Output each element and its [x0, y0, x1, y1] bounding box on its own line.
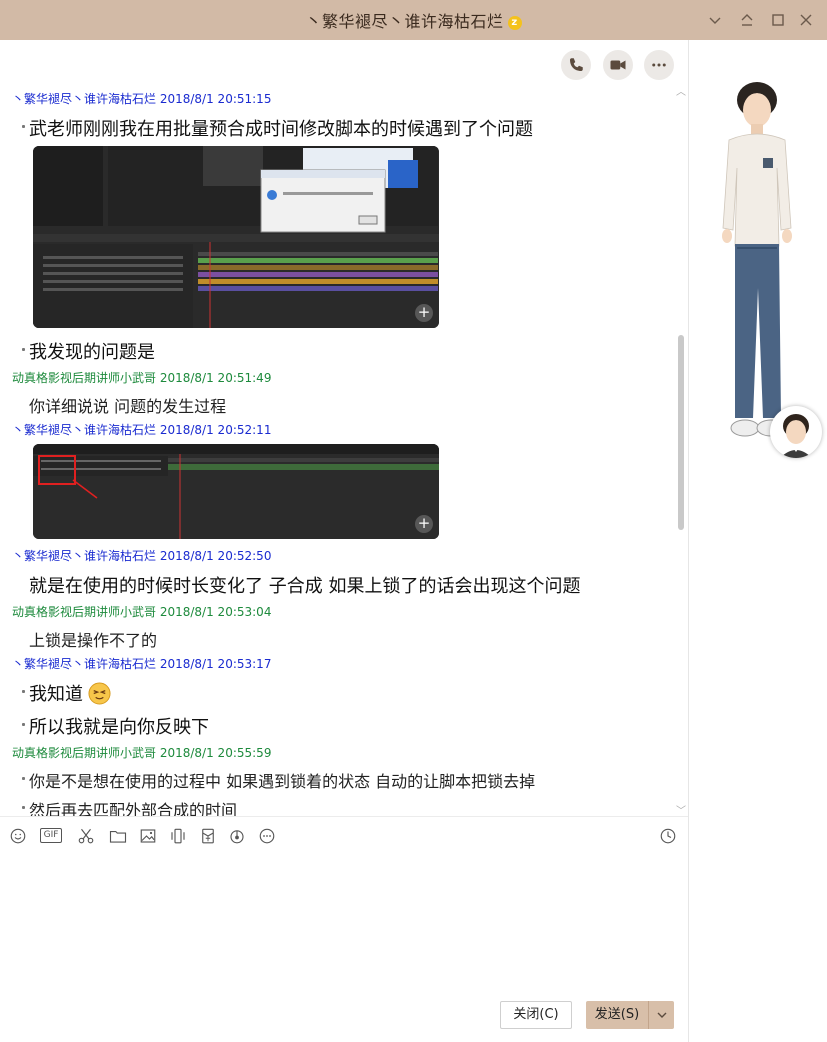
screenshot-image[interactable]: +: [33, 444, 439, 539]
video-icon[interactable]: [603, 50, 633, 80]
scissors-icon[interactable]: [77, 827, 95, 845]
message-text[interactable]: 武老师刚刚我在用批量预合成时间修改脚本的时候遇到了个问题: [29, 115, 533, 141]
expand-icon[interactable]: +: [415, 304, 433, 322]
avatar[interactable]: [770, 406, 822, 458]
pin-icon[interactable]: [735, 8, 759, 32]
folder-icon[interactable]: [109, 827, 127, 845]
scrollbar-thumb[interactable]: [678, 335, 684, 530]
scroll-up-icon[interactable]: ︿: [676, 83, 686, 98]
chevron-down-icon[interactable]: [703, 8, 727, 32]
image-icon[interactable]: [139, 827, 157, 845]
sender-name: 动真格影视后期讲师小武哥: [12, 371, 157, 385]
message-text[interactable]: 你是不是想在使用的过程中 如果遇到锁着的状态 自动的让脚本把锁去掉: [29, 768, 535, 792]
phone-icon[interactable]: [561, 50, 591, 80]
bullet: [22, 125, 25, 128]
red-packet-icon[interactable]: [199, 827, 217, 845]
scroll-down-icon[interactable]: ﹀: [676, 802, 686, 817]
more-icon[interactable]: [258, 827, 276, 845]
gif-label: GIF: [40, 828, 62, 843]
contact-panel: [688, 40, 827, 1042]
history-icon[interactable]: [659, 827, 677, 845]
contact-name: 丶繁华褪尽丶谁许海枯石烂: [305, 12, 504, 31]
more-icon[interactable]: [644, 50, 674, 80]
message-text[interactable]: 我发现的问题是: [29, 338, 155, 364]
timestamp: 2018/8/1 20:55:59: [159, 746, 272, 760]
sender-name: 动真格影视后期讲师小武哥: [12, 605, 157, 619]
timestamp: 2018/8/1 20:53:04: [159, 605, 272, 619]
send-button[interactable]: 发送(S): [586, 1001, 648, 1029]
title-bar[interactable]: 丶繁华褪尽丶谁许海枯石烂 z: [0, 0, 827, 40]
music-icon[interactable]: [228, 827, 246, 845]
sender-name: 丶繁华褪尽丶谁许海枯石烂: [12, 92, 157, 106]
sender-name: 丶繁华褪尽丶谁许海枯石烂: [12, 549, 157, 563]
screenshot-image[interactable]: +: [33, 146, 439, 328]
sender-name: 动真格影视后期讲师小武哥: [12, 746, 157, 760]
emoji-icon[interactable]: [9, 827, 27, 845]
avatar-figure: [722, 82, 792, 437]
input-toolbar: GIF: [0, 816, 688, 854]
message-text[interactable]: 然后再去匹配外部合成的时间: [29, 797, 237, 816]
close-button[interactable]: 关闭(C): [500, 1001, 572, 1029]
message-input[interactable]: [0, 854, 688, 994]
timestamp: 2018/8/1 20:51:15: [159, 92, 272, 106]
timestamp: 2018/8/1 20:52:11: [159, 423, 272, 437]
expand-icon[interactable]: +: [415, 515, 433, 533]
message-text[interactable]: 你详细说说 问题的发生过程: [29, 393, 226, 417]
message-header: 动真格影视后期讲师小武哥 2018/8/1 20:53:04: [12, 603, 271, 620]
bullet: [22, 348, 25, 351]
message-text[interactable]: 上锁是操作不了的: [29, 627, 157, 651]
send-options-button[interactable]: [648, 1001, 674, 1029]
message-header: 丶繁华褪尽丶谁许海枯石烂 2018/8/1 20:53:17: [12, 655, 271, 672]
sender-name: 丶繁华褪尽丶谁许海枯石烂: [12, 657, 157, 671]
vip-badge: z: [507, 16, 522, 30]
bullet: [22, 723, 25, 726]
message-header: 动真格影视后期讲师小武哥 2018/8/1 20:51:49: [12, 369, 271, 386]
timestamp: 2018/8/1 20:51:49: [159, 371, 272, 385]
message-text[interactable]: 我知道: [29, 680, 83, 706]
timestamp: 2018/8/1 20:52:50: [159, 549, 272, 563]
message-header: 丶繁华褪尽丶谁许海枯石烂 2018/8/1 20:51:15: [12, 90, 271, 107]
maximize-icon[interactable]: [766, 8, 790, 32]
sender-name: 丶繁华褪尽丶谁许海枯石烂: [12, 423, 157, 437]
bullet: [22, 806, 25, 809]
bullet: [22, 777, 25, 780]
bullet: [22, 690, 25, 693]
message-header: 丶繁华褪尽丶谁许海枯石烂 2018/8/1 20:52:11: [12, 421, 271, 438]
close-icon[interactable]: [794, 8, 818, 32]
shake-icon[interactable]: [169, 827, 187, 845]
chat-window: 丶繁华褪尽丶谁许海枯石烂 z 丶繁华褪尽丶谁许海枯石烂 2018/8/1 20:5…: [0, 0, 827, 1042]
message-header: 丶繁华褪尽丶谁许海枯石烂 2018/8/1 20:52:50: [12, 547, 271, 564]
gif-icon[interactable]: GIF: [40, 828, 64, 846]
message-text[interactable]: 所以我就是向你反映下: [29, 713, 209, 739]
timestamp: 2018/8/1 20:53:17: [159, 657, 272, 671]
message-header: 动真格影视后期讲师小武哥 2018/8/1 20:55:59: [12, 744, 271, 761]
message-text[interactable]: 就是在使用的时候时长变化了 子合成 如果上锁了的话会出现这个问题: [29, 572, 580, 598]
emoji-icon: [88, 682, 111, 705]
